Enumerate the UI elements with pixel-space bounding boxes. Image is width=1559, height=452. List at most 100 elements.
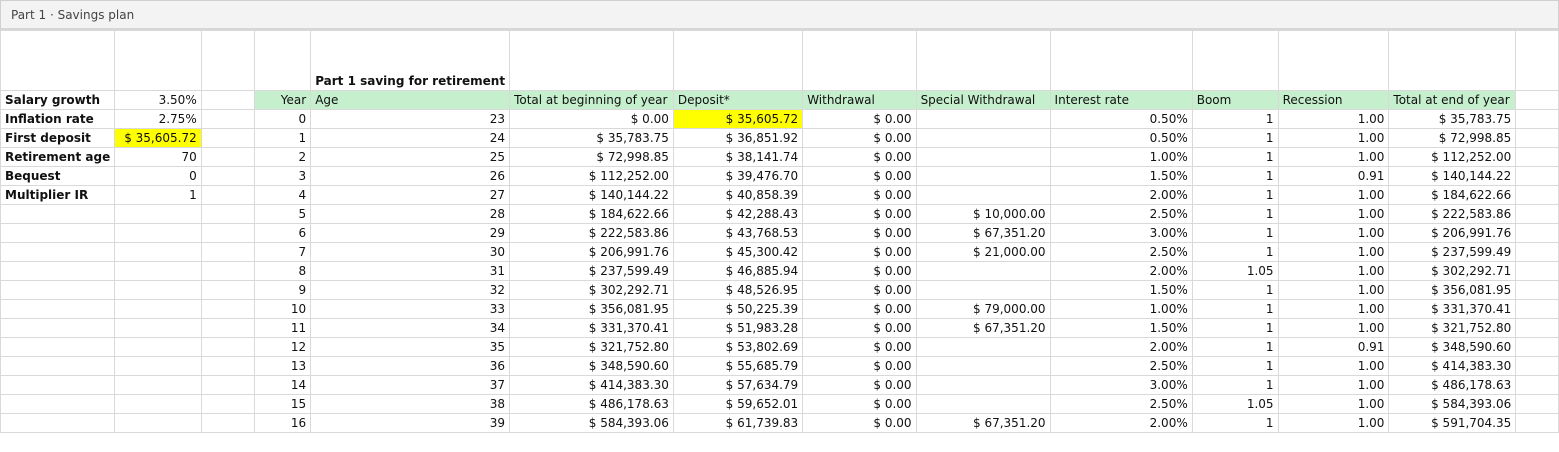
empty-cell[interactable]: [1515, 299, 1559, 319]
data-cell[interactable]: $ 0.00: [802, 299, 917, 319]
empty-cell[interactable]: [1049, 30, 1193, 91]
data-cell[interactable]: $ 0.00: [802, 223, 917, 243]
data-cell[interactable]: 3.00%: [1049, 375, 1193, 395]
empty-cell[interactable]: [0, 223, 116, 243]
data-cell[interactable]: $ 57,634.79: [672, 375, 804, 395]
empty-cell[interactable]: [114, 242, 202, 262]
data-cell[interactable]: $ 72,998.85: [509, 147, 674, 167]
empty-cell[interactable]: [1515, 185, 1559, 205]
data-cell[interactable]: 15: [254, 394, 312, 414]
column-header[interactable]: Age: [310, 90, 511, 110]
empty-cell[interactable]: [1515, 356, 1559, 376]
data-cell[interactable]: 1: [1191, 109, 1279, 129]
data-cell[interactable]: $ 584,393.06: [1388, 394, 1517, 414]
data-cell[interactable]: $ 21,000.00: [915, 242, 1051, 262]
data-cell[interactable]: 1.00: [1277, 413, 1390, 433]
empty-cell[interactable]: [1515, 223, 1559, 243]
empty-cell[interactable]: [200, 337, 256, 357]
data-cell[interactable]: 1.00: [1277, 128, 1390, 148]
empty-cell[interactable]: [0, 337, 116, 357]
param-label[interactable]: Retirement age: [0, 147, 116, 167]
data-cell[interactable]: $ 46,885.94: [672, 261, 804, 281]
data-cell[interactable]: $ 48,526.95: [672, 280, 804, 300]
empty-cell[interactable]: [0, 261, 116, 281]
data-cell[interactable]: 1: [1191, 413, 1279, 433]
data-cell[interactable]: $ 237,599.49: [509, 261, 674, 281]
data-cell[interactable]: [915, 185, 1051, 205]
data-cell[interactable]: $ 584,393.06: [509, 413, 674, 433]
empty-cell[interactable]: [0, 394, 116, 414]
data-cell[interactable]: $ 222,583.86: [509, 223, 674, 243]
data-cell[interactable]: 28: [310, 204, 511, 224]
data-cell[interactable]: $ 10,000.00: [915, 204, 1051, 224]
empty-cell[interactable]: [200, 30, 256, 91]
data-cell[interactable]: 1.00%: [1049, 147, 1193, 167]
empty-cell[interactable]: [114, 375, 202, 395]
data-cell[interactable]: 1.00: [1277, 280, 1390, 300]
empty-cell[interactable]: [200, 299, 256, 319]
data-cell[interactable]: 0.91: [1277, 166, 1390, 186]
data-cell[interactable]: $ 0.00: [802, 356, 917, 376]
param-value[interactable]: 2.75%: [114, 109, 202, 129]
data-cell[interactable]: $ 0.00: [802, 261, 917, 281]
data-cell[interactable]: 1.00: [1277, 109, 1390, 129]
empty-cell[interactable]: [200, 90, 256, 110]
empty-cell[interactable]: [1515, 109, 1559, 129]
data-cell[interactable]: 1.05: [1191, 394, 1279, 414]
empty-cell[interactable]: [200, 280, 256, 300]
data-cell[interactable]: $ 184,622.66: [1388, 185, 1517, 205]
data-cell[interactable]: 23: [310, 109, 511, 129]
empty-cell[interactable]: [672, 30, 804, 91]
empty-cell[interactable]: [0, 356, 116, 376]
data-cell[interactable]: 1.00%: [1049, 299, 1193, 319]
data-cell[interactable]: 36: [310, 356, 511, 376]
empty-cell[interactable]: [802, 30, 917, 91]
data-cell[interactable]: $ 79,000.00: [915, 299, 1051, 319]
empty-cell[interactable]: [200, 147, 256, 167]
empty-cell[interactable]: [200, 109, 256, 129]
empty-cell[interactable]: [1515, 242, 1559, 262]
empty-cell[interactable]: [200, 261, 256, 281]
empty-cell[interactable]: [1515, 128, 1559, 148]
data-cell[interactable]: 8: [254, 261, 312, 281]
empty-cell[interactable]: [114, 299, 202, 319]
data-cell[interactable]: 0.50%: [1049, 128, 1193, 148]
empty-cell[interactable]: [1515, 90, 1559, 110]
empty-cell[interactable]: [1515, 261, 1559, 281]
data-cell[interactable]: 29: [310, 223, 511, 243]
data-cell[interactable]: 10: [254, 299, 312, 319]
data-cell[interactable]: 1.00: [1277, 261, 1390, 281]
data-cell[interactable]: 2.00%: [1049, 413, 1193, 433]
empty-cell[interactable]: [114, 30, 202, 91]
data-cell[interactable]: 1: [1191, 356, 1279, 376]
empty-cell[interactable]: [1515, 375, 1559, 395]
data-cell[interactable]: 24: [310, 128, 511, 148]
data-cell[interactable]: [915, 261, 1051, 281]
empty-cell[interactable]: [0, 375, 116, 395]
data-cell[interactable]: $ 59,652.01: [672, 394, 804, 414]
data-cell[interactable]: 33: [310, 299, 511, 319]
data-cell[interactable]: $ 38,141.74: [672, 147, 804, 167]
data-cell[interactable]: $ 356,081.95: [509, 299, 674, 319]
empty-cell[interactable]: [114, 280, 202, 300]
param-label[interactable]: Bequest: [0, 166, 116, 186]
data-cell[interactable]: 1.00: [1277, 318, 1390, 338]
data-cell[interactable]: $ 35,783.75: [509, 128, 674, 148]
data-cell[interactable]: 2.00%: [1049, 261, 1193, 281]
data-cell[interactable]: 35: [310, 337, 511, 357]
empty-cell[interactable]: [509, 30, 674, 91]
empty-cell[interactable]: [114, 223, 202, 243]
empty-cell[interactable]: [114, 413, 202, 433]
column-header[interactable]: Interest rate: [1049, 90, 1193, 110]
empty-cell[interactable]: [114, 318, 202, 338]
data-cell[interactable]: 16: [254, 413, 312, 433]
data-cell[interactable]: $ 140,144.22: [1388, 166, 1517, 186]
param-label[interactable]: Inflation rate: [0, 109, 116, 129]
data-cell[interactable]: $ 51,983.28: [672, 318, 804, 338]
data-cell[interactable]: 1.00: [1277, 394, 1390, 414]
empty-cell[interactable]: [114, 337, 202, 357]
data-cell[interactable]: 9: [254, 280, 312, 300]
param-value[interactable]: 0: [114, 166, 202, 186]
data-cell[interactable]: 1: [1191, 337, 1279, 357]
data-cell[interactable]: 0.50%: [1049, 109, 1193, 129]
